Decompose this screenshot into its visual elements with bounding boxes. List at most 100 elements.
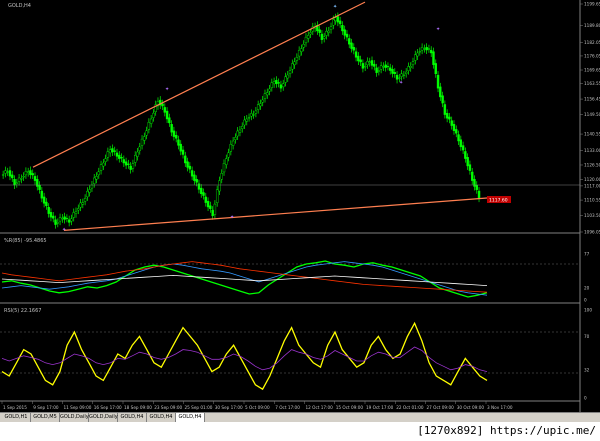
candle-body <box>172 130 176 137</box>
candle-body <box>263 93 267 99</box>
chart-tab[interactable]: GOLD,H1 <box>2 413 31 422</box>
candle-body <box>243 119 246 126</box>
candle-body <box>418 51 422 53</box>
rsi-title: RSI(5) 22.1667 <box>4 308 41 314</box>
candle-body <box>411 61 415 66</box>
candle-body <box>334 17 337 22</box>
candle-body <box>295 57 299 61</box>
indicator-line-0 <box>1 321 488 391</box>
candle-body <box>56 222 59 224</box>
candle-body <box>473 179 476 187</box>
candle-body <box>95 176 98 180</box>
candle-body <box>124 161 128 166</box>
candle-body <box>443 104 447 115</box>
candle-body <box>104 158 107 162</box>
fractal-marker: ✦ <box>399 80 403 86</box>
candle-body <box>177 139 180 146</box>
candle-body <box>357 55 360 62</box>
chart-tab[interactable]: GOLD,H4 <box>176 413 205 422</box>
candle-body <box>88 189 91 193</box>
time-tick-label: 1 Sep 2015 <box>3 405 27 410</box>
chart-tab[interactable]: GOLD,H4 <box>147 413 176 422</box>
candle-body <box>118 154 121 159</box>
candle-body <box>302 43 305 48</box>
williams-r-panel[interactable]: %R(85) -95.4865 77 20 0 <box>0 238 590 303</box>
candle-body <box>470 171 474 181</box>
candle-body <box>38 184 41 190</box>
candle-body <box>29 170 32 175</box>
candle-body <box>373 63 376 67</box>
candle-body <box>286 74 289 79</box>
candle-body <box>461 145 465 151</box>
candle-body <box>259 103 262 107</box>
candle-body <box>300 48 303 52</box>
fractal-marker: ✦ <box>333 4 337 10</box>
time-tick-label: 30 Oct 09:00 <box>457 405 485 410</box>
candle-body <box>284 76 287 83</box>
candle-body <box>293 61 296 66</box>
candle-body <box>345 33 349 38</box>
candle-body <box>193 174 196 181</box>
candle-body <box>441 95 444 104</box>
time-tick-label: 9 Sep 17:00 <box>33 405 59 410</box>
candle-body <box>220 173 223 180</box>
candle-body <box>322 36 326 39</box>
candle-body <box>425 47 428 51</box>
candle-body <box>325 31 328 36</box>
candle-body <box>464 151 467 159</box>
fractal-marker: ✦ <box>165 87 169 93</box>
candle-body <box>400 73 403 77</box>
chart-tab[interactable]: GOLD,Daily <box>89 413 118 422</box>
candle-body <box>17 177 21 182</box>
candle-body <box>152 112 155 118</box>
candle-body <box>40 190 44 199</box>
candle-body <box>86 190 89 198</box>
candle-body <box>111 148 114 153</box>
candle-body <box>138 146 141 151</box>
price-tick-label: 1133.00 <box>584 148 600 153</box>
time-tick-label: 11 Sep 09:00 <box>64 405 92 410</box>
chart-tab[interactable]: GOLD,H4 <box>118 413 147 422</box>
candle-body <box>215 189 219 203</box>
candle-body <box>448 116 451 120</box>
candle-body <box>202 192 205 196</box>
candle-body <box>266 92 269 96</box>
indicator-tick-label: 77 <box>584 251 590 256</box>
price-tick-label: 1117.00 <box>584 183 600 188</box>
candle-body <box>338 20 342 25</box>
candle-body <box>1 174 5 176</box>
fractal-marker: ✦ <box>436 27 440 33</box>
price-tick-label: 1140.55 <box>584 132 600 137</box>
watermark: [1270x892] https://upic.me/ <box>417 424 596 437</box>
price-panel[interactable]: GOLD,H4 1199.65 1189.80 1182.05 1176.05 1169… <box>0 0 600 412</box>
candle-body <box>188 165 192 170</box>
candle-body <box>341 25 344 32</box>
candle-body <box>252 114 255 116</box>
candle-body <box>304 36 308 44</box>
candle-body <box>36 179 39 187</box>
candle-body <box>423 48 426 50</box>
time-tick-label: 25 Sep 01:00 <box>185 405 213 410</box>
candle-body <box>63 216 66 220</box>
indicator-tick-label: 0 <box>584 298 587 303</box>
candle-body <box>256 104 260 110</box>
candle-body <box>134 155 137 163</box>
candle-body <box>250 113 253 117</box>
candle-body <box>4 170 7 174</box>
candle-body <box>174 135 178 139</box>
candle-body <box>343 29 346 36</box>
rsi-panel[interactable]: RSI(5) 22.1667 100 70 32 0 <box>0 308 592 401</box>
price-tick-label: 1149.50 <box>584 112 600 117</box>
candle-body <box>420 47 424 51</box>
candle-body <box>457 134 460 142</box>
chart-area[interactable]: GOLD,H4 1199.65 1189.80 1182.05 1176.05 1169… <box>0 0 600 412</box>
chart-tab[interactable]: GOLD,M5 <box>31 413 60 422</box>
candle-body <box>247 117 251 119</box>
candle-body <box>131 163 135 169</box>
chart-tab[interactable]: GOLD,Daily <box>60 413 89 422</box>
candle-body <box>179 143 182 152</box>
candle-body <box>414 54 417 61</box>
candle-body <box>430 49 433 54</box>
candle-body <box>236 130 239 137</box>
price-tick-label: 1176.05 <box>584 53 600 58</box>
